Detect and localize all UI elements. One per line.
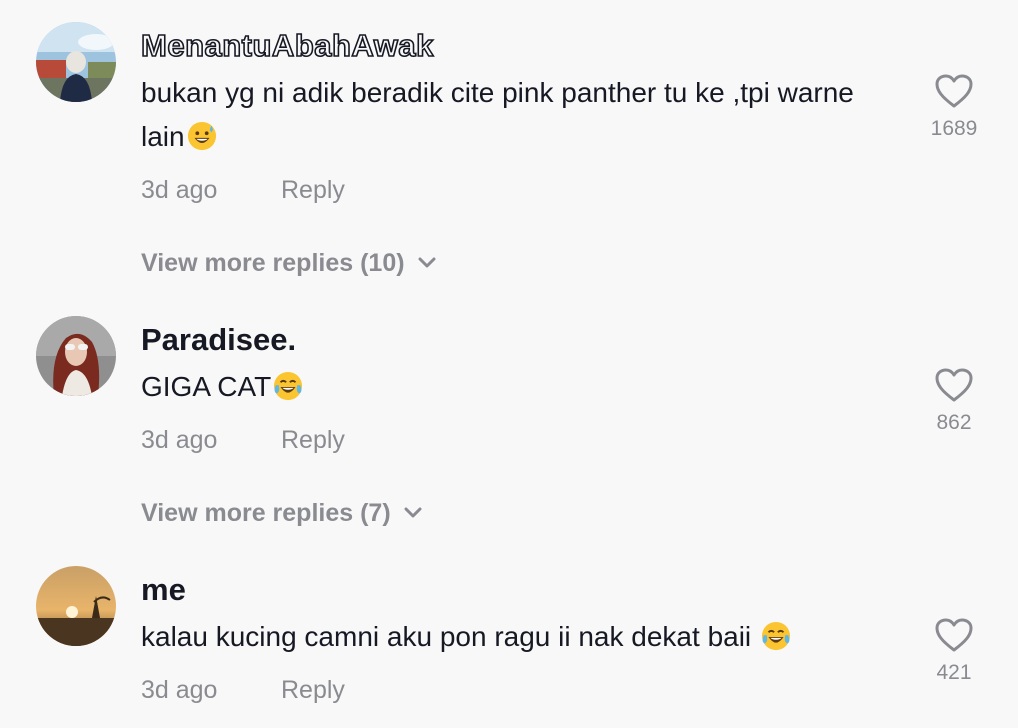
chevron-down-icon [404,507,422,518]
timestamp: 3d ago [141,676,218,704]
avatar[interactable] [36,22,116,102]
comment-text: GIGA CAT [141,365,901,409]
like-group: 862 [924,367,984,435]
heart-icon[interactable] [934,73,974,109]
grinning-sweat-emoji [187,121,216,151]
like-group: 1689 [924,73,984,141]
view-more-replies-button[interactable]: View more replies (10) [141,249,437,278]
reply-button[interactable]: Reply [281,176,345,205]
comment-text-content: bukan yg ni adik beradik cite pink panth… [141,77,854,152]
view-more-replies-label: View more replies (10) [141,249,405,277]
username[interactable]: MenantuAbahAwak [140,27,434,64]
timestamp: 3d ago [141,176,218,204]
comment-meta: 3d ago Reply [141,176,345,205]
like-count: 862 [936,411,972,434]
heart-icon[interactable] [934,367,974,403]
comment-meta: 3d ago Reply [141,676,345,705]
timestamp: 3d ago [141,426,218,454]
like-group: 421 [924,617,984,685]
like-count: 1689 [930,117,978,140]
tears-of-joy-emoji [761,621,790,651]
comment-text: bukan yg ni adik beradik cite pink panth… [141,71,901,159]
chevron-down-icon [418,257,436,268]
heart-icon[interactable] [934,617,974,653]
comment-list: MenantuAbahAwak bukan yg ni adik beradik… [0,0,1018,728]
username[interactable]: Paradisee. [141,322,296,358]
reply-button[interactable]: Reply [281,676,345,705]
comment-text: kalau kucing camni aku pon ragu ii nak d… [141,615,901,659]
comment-meta: 3d ago Reply [141,426,345,455]
avatar[interactable] [36,566,116,646]
comment-text-content: GIGA CAT [141,371,272,402]
like-count: 421 [936,661,972,684]
avatar[interactable] [36,316,116,396]
view-more-replies-button[interactable]: View more replies (7) [141,499,423,528]
view-more-replies-label: View more replies (7) [141,499,391,527]
comment-text-content: kalau kucing camni aku pon ragu ii nak d… [141,621,759,652]
reply-button[interactable]: Reply [281,426,345,455]
tears-of-joy-emoji [274,371,303,401]
username[interactable]: me [141,572,186,608]
